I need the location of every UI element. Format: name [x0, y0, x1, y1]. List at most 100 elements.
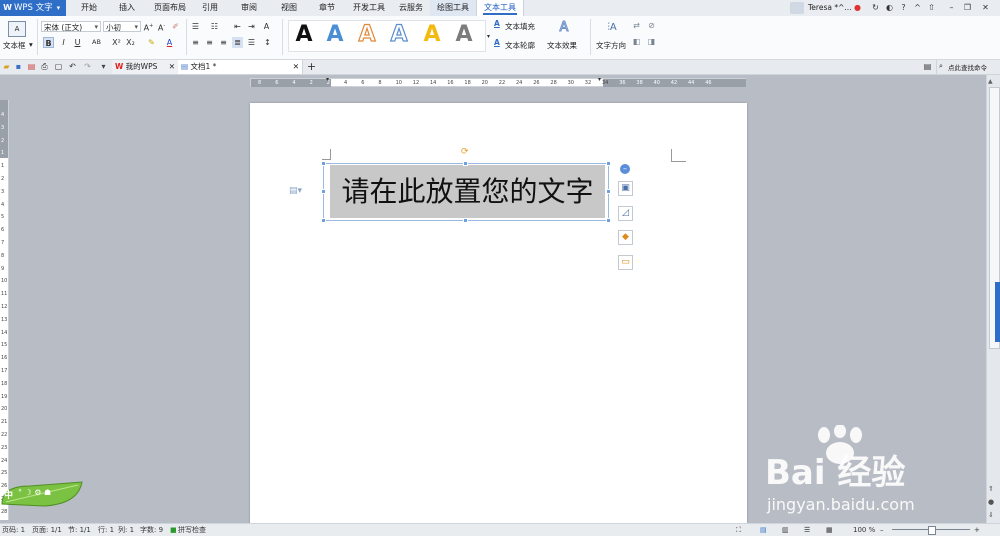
user-name[interactable]: Teresa *^...	[808, 3, 852, 12]
text-style-gold[interactable]: A	[418, 21, 446, 49]
text-effects-button[interactable]: 文本效果	[547, 40, 577, 51]
status-col[interactable]: 列: 1	[118, 524, 134, 536]
textbox[interactable]: 请在此放置您的文字	[330, 165, 605, 218]
textbox-icon[interactable]: A	[8, 21, 26, 37]
tab-document[interactable]: ▤ 文档1 * ✕	[178, 60, 303, 74]
strikethrough-button[interactable]: AB	[91, 37, 102, 48]
textbox-button[interactable]: 文本框	[3, 40, 26, 51]
shrink-font-icon[interactable]: A-	[156, 21, 167, 33]
undo-icon[interactable]: ↶	[67, 61, 78, 72]
resize-handle-nw[interactable]	[321, 161, 326, 166]
text-style-blue[interactable]: A	[321, 21, 349, 49]
tab-page-layout[interactable]: 页面布局	[148, 0, 192, 16]
next-textbox-icon[interactable]: ◨	[646, 36, 657, 47]
save-icon[interactable]: ▪	[13, 61, 24, 72]
zoom-in-icon[interactable]: +	[974, 524, 980, 536]
resize-handle-w[interactable]	[321, 189, 326, 194]
sync-icon[interactable]: ↻	[870, 2, 881, 13]
resize-handle-ne[interactable]	[606, 161, 611, 166]
tab-list-icon[interactable]: ▤	[922, 61, 933, 72]
new-tab-button[interactable]: +	[306, 61, 317, 72]
text-outline-icon[interactable]: A	[494, 38, 500, 47]
scroll-up-icon[interactable]: ▲	[988, 78, 993, 85]
font-color-icon[interactable]: A	[164, 37, 175, 48]
resize-handle-n[interactable]	[463, 161, 468, 166]
quick-access-dropdown-icon[interactable]: ▾	[98, 61, 109, 72]
font-size-select[interactable]: 小初	[103, 21, 141, 33]
tab-view[interactable]: 视图	[270, 0, 308, 16]
textbox-text[interactable]: 请在此放置您的文字	[330, 165, 605, 218]
tab-drawing-tools[interactable]: 绘图工具	[430, 0, 476, 16]
print-preview-icon[interactable]: ▢	[53, 61, 64, 72]
text-style-blue-outline[interactable]: A	[385, 21, 413, 49]
status-page[interactable]: 页码: 1	[2, 524, 25, 536]
rotate-handle-icon[interactable]: ⟳	[461, 147, 469, 157]
status-spell-check[interactable]: 拼写检查	[178, 524, 206, 536]
char-format-icon[interactable]: A	[261, 21, 272, 32]
tab-chapter[interactable]: 章节	[308, 0, 346, 16]
distribute-icon[interactable]: ☰	[246, 37, 257, 48]
share-icon[interactable]: ⇧	[926, 2, 937, 13]
collapse-icon[interactable]: ^	[912, 2, 923, 13]
print-icon[interactable]: ⎙	[39, 61, 50, 72]
italic-button[interactable]: I	[58, 37, 69, 48]
notification-icon[interactable]: ●	[852, 2, 863, 13]
bold-button[interactable]: B	[43, 37, 54, 48]
justify-icon[interactable]: ≣	[232, 37, 243, 48]
tab-references[interactable]: 引用	[192, 0, 228, 16]
align-right-icon[interactable]: ≡	[218, 37, 229, 48]
text-direction-icon[interactable]: ⫶A	[604, 20, 620, 36]
text-fill-icon[interactable]: A	[494, 19, 500, 28]
focus-mode-icon[interactable]: ⛶	[736, 524, 741, 536]
text-style-black[interactable]: A	[290, 21, 318, 49]
reading-view-icon[interactable]: ▦	[826, 524, 833, 536]
status-pages[interactable]: 页面: 1/1	[32, 524, 62, 536]
outline-color-icon[interactable]: ▭	[618, 255, 633, 270]
indent-marker-icon[interactable]: ▾	[326, 76, 329, 83]
layout-options-icon[interactable]: ▣	[618, 181, 633, 196]
text-effects-icon[interactable]: A	[556, 20, 572, 36]
text-style-orange-outline[interactable]: A	[353, 21, 381, 49]
collapse-tools-icon[interactable]: –	[620, 164, 630, 174]
text-fill-button[interactable]: 文本填充	[505, 21, 535, 32]
gallery-more-icon[interactable]: ▾	[483, 31, 494, 42]
numbering-icon[interactable]: ☷	[209, 21, 220, 32]
command-search[interactable]: ⌕ 点此查找命令	[936, 60, 987, 74]
tab-text-tools[interactable]: 文本工具	[476, 0, 524, 17]
text-outline-button[interactable]: 文本轮廓	[505, 40, 535, 51]
web-view-icon[interactable]: ▥	[782, 524, 789, 536]
unlink-textbox-icon[interactable]: ⊘	[646, 20, 657, 31]
restore-icon[interactable]: ❐	[962, 2, 973, 13]
fill-color-icon[interactable]: ◆	[618, 230, 633, 245]
zoom-out-icon[interactable]: –	[880, 524, 884, 536]
tab-review[interactable]: 审阅	[230, 0, 268, 16]
prev-textbox-icon[interactable]: ◧	[631, 36, 642, 47]
resize-handle-sw[interactable]	[321, 218, 326, 223]
status-row[interactable]: 行: 1	[98, 524, 114, 536]
underline-button[interactable]: U	[72, 37, 83, 48]
status-words[interactable]: 字数: 9	[140, 524, 163, 536]
zoom-slider-thumb[interactable]	[928, 526, 936, 535]
tab-developer[interactable]: 开发工具	[346, 0, 392, 16]
tab-home[interactable]: 开始	[70, 0, 108, 16]
tab-insert[interactable]: 插入	[108, 0, 146, 16]
avatar[interactable]	[790, 2, 804, 14]
resize-handle-se[interactable]	[606, 218, 611, 223]
highlight-icon[interactable]: ✎	[146, 37, 157, 48]
font-name-select[interactable]: 宋体 (正文)	[41, 21, 101, 33]
app-menu-button[interactable]: W WPS 文字 ▾	[0, 0, 66, 16]
side-panel-toggle[interactable]	[995, 282, 1000, 342]
open-folder-icon[interactable]: ▰	[1, 61, 12, 72]
tab-cloud[interactable]: 云服务	[392, 0, 430, 16]
tab-my-wps[interactable]: W 我的WPS ✕	[112, 60, 179, 74]
increase-indent-icon[interactable]: ⇥	[246, 21, 257, 32]
textbox-dropdown-icon[interactable]: ▾	[29, 40, 33, 49]
redo-icon[interactable]: ↷	[82, 61, 93, 72]
decrease-indent-icon[interactable]: ⇤	[232, 21, 243, 32]
line-spacing-icon[interactable]: ↕	[262, 37, 273, 48]
status-section[interactable]: 节: 1/1	[68, 524, 91, 536]
align-left-icon[interactable]: ≡	[190, 37, 201, 48]
paragraph-layout-icon[interactable]: ▤▾	[289, 186, 302, 196]
text-style-gray[interactable]: A	[450, 21, 478, 49]
close-icon[interactable]: ✕	[980, 2, 991, 13]
